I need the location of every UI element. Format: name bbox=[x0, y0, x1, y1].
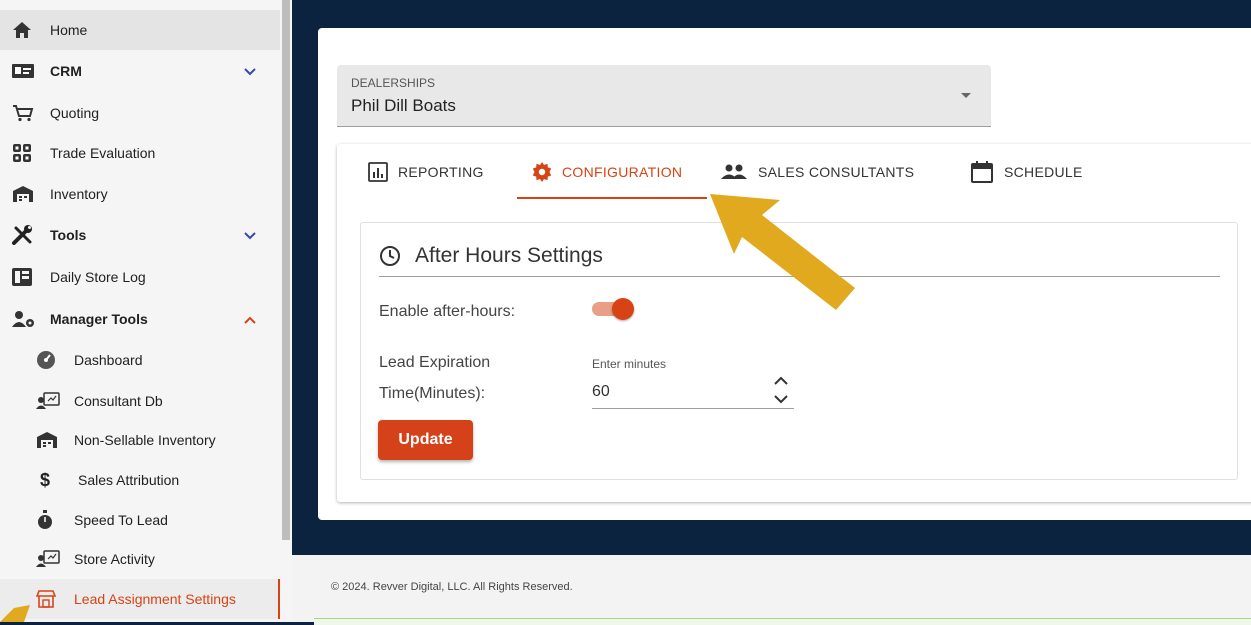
sidebar-scrollbar[interactable] bbox=[282, 0, 290, 540]
id-card-icon bbox=[12, 60, 40, 82]
active-tab-indicator bbox=[517, 197, 707, 199]
sidebar-item-dashboard[interactable]: Dashboard bbox=[0, 340, 280, 380]
sidebar-item-label: Tools bbox=[50, 227, 87, 243]
minutes-field-label: Enter minutes bbox=[592, 357, 667, 371]
chevron-down-icon[interactable] bbox=[244, 227, 256, 243]
lead-expiration-label-line1: Lead Expiration bbox=[379, 354, 491, 371]
dollar-icon: $ bbox=[40, 469, 51, 490]
calendar-icon bbox=[970, 160, 994, 184]
sidebar-item-label: Home bbox=[50, 22, 88, 38]
clock-icon bbox=[379, 245, 401, 267]
tab-label: CONFIGURATION bbox=[562, 164, 683, 180]
chevron-down-icon[interactable] bbox=[244, 63, 256, 79]
tab-schedule[interactable]: SCHEDULE bbox=[970, 144, 1083, 200]
consultant-icon bbox=[36, 548, 64, 570]
tab-reporting[interactable]: REPORTING bbox=[368, 144, 484, 200]
stopwatch-icon bbox=[36, 509, 64, 531]
home-icon bbox=[12, 19, 40, 41]
cog-icon bbox=[532, 162, 552, 182]
cart-icon bbox=[12, 102, 40, 124]
sidebar-item-label: Inventory bbox=[50, 186, 108, 202]
dashboard-icon bbox=[36, 349, 64, 371]
settings-title: After Hours Settings bbox=[379, 244, 603, 268]
toggle-knob[interactable] bbox=[612, 298, 634, 320]
sidebar-item-label: CRM bbox=[50, 63, 82, 79]
enable-after-hours-label: Enable after-hours: bbox=[379, 303, 516, 320]
sidebar-item-label: Lead Assignment Settings bbox=[74, 591, 236, 607]
tab-configuration[interactable]: CONFIGURATION bbox=[532, 144, 682, 200]
dealership-value: Phil Dill Boats bbox=[351, 96, 456, 115]
sidebar-item-crm[interactable]: CRM bbox=[0, 51, 280, 91]
sidebar-item-speed-to-lead[interactable]: Speed To Lead bbox=[0, 500, 280, 540]
callout-arrow-icon bbox=[710, 194, 855, 310]
sidebar-item-trade-evaluation[interactable]: Trade Evaluation bbox=[0, 133, 280, 173]
dealership-label: DEALERSHIPS bbox=[351, 76, 436, 90]
callout-arrow-icon bbox=[0, 605, 30, 622]
tab-label: SALES CONSULTANTS bbox=[758, 164, 915, 180]
sidebar-item-store-activity[interactable]: Store Activity bbox=[0, 539, 280, 579]
sidebar-item-label: Dashboard bbox=[74, 352, 143, 368]
sidebar-item-label: Manager Tools bbox=[50, 311, 148, 327]
sidebar-item-label: Speed To Lead bbox=[74, 512, 168, 528]
sidebar-item-label: Store Activity bbox=[74, 551, 155, 567]
chart-icon bbox=[368, 162, 388, 182]
dealership-select[interactable]: DEALERSHIPS Phil Dill Boats bbox=[337, 65, 991, 127]
minutes-input[interactable] bbox=[592, 375, 794, 409]
chevron-up-icon[interactable] bbox=[244, 311, 256, 327]
sidebar-item-lead-assignment-settings[interactable]: Lead Assignment Settings bbox=[0, 579, 280, 619]
store-icon bbox=[36, 588, 64, 610]
log-icon bbox=[12, 266, 40, 288]
settings-title-text: After Hours Settings bbox=[415, 244, 603, 267]
sidebar-item-label: Trade Evaluation bbox=[50, 145, 156, 161]
tools-icon bbox=[12, 224, 40, 246]
update-button[interactable]: Update bbox=[378, 420, 473, 460]
sidebar-item-manager-tools[interactable]: Manager Tools bbox=[0, 299, 280, 339]
number-stepper[interactable] bbox=[772, 375, 790, 405]
sidebar-item-inventory[interactable]: Inventory bbox=[0, 174, 280, 214]
sidebar-item-sales-attribution[interactable]: $ Sales Attribution bbox=[0, 460, 280, 500]
tab-label: SCHEDULE bbox=[1004, 164, 1083, 180]
sidebar-item-home[interactable]: Home bbox=[0, 10, 280, 50]
manager-icon bbox=[12, 308, 40, 330]
dropdown-arrow-icon[interactable] bbox=[961, 93, 971, 98]
sidebar-item-label: Sales Attribution bbox=[78, 472, 180, 488]
warehouse-icon bbox=[36, 429, 64, 451]
people-icon bbox=[720, 164, 748, 180]
sidebar-item-label: Daily Store Log bbox=[50, 269, 146, 285]
tab-label: REPORTING bbox=[398, 164, 484, 180]
sidebar-item-quoting[interactable]: Quoting bbox=[0, 93, 280, 133]
sidebar-item-daily-store-log[interactable]: Daily Store Log bbox=[0, 257, 280, 297]
sidebar-item-non-sellable-inventory[interactable]: Non-Sellable Inventory bbox=[0, 420, 280, 460]
grid-icon bbox=[12, 142, 40, 164]
consultant-icon bbox=[36, 390, 64, 412]
sidebar-item-label: Non-Sellable Inventory bbox=[74, 432, 216, 448]
sidebar-item-label: Quoting bbox=[50, 105, 100, 121]
copyright-text: © 2024. Revver Digital, LLC. All Rights … bbox=[331, 581, 573, 593]
sidebar-item-tools[interactable]: Tools bbox=[0, 215, 280, 255]
sidebar-item-consultant-db[interactable]: Consultant Db bbox=[0, 381, 280, 421]
warehouse-icon bbox=[12, 183, 40, 205]
lead-expiration-label-line2: Time(Minutes): bbox=[379, 385, 486, 402]
sidebar-item-label: Consultant Db bbox=[74, 393, 163, 409]
